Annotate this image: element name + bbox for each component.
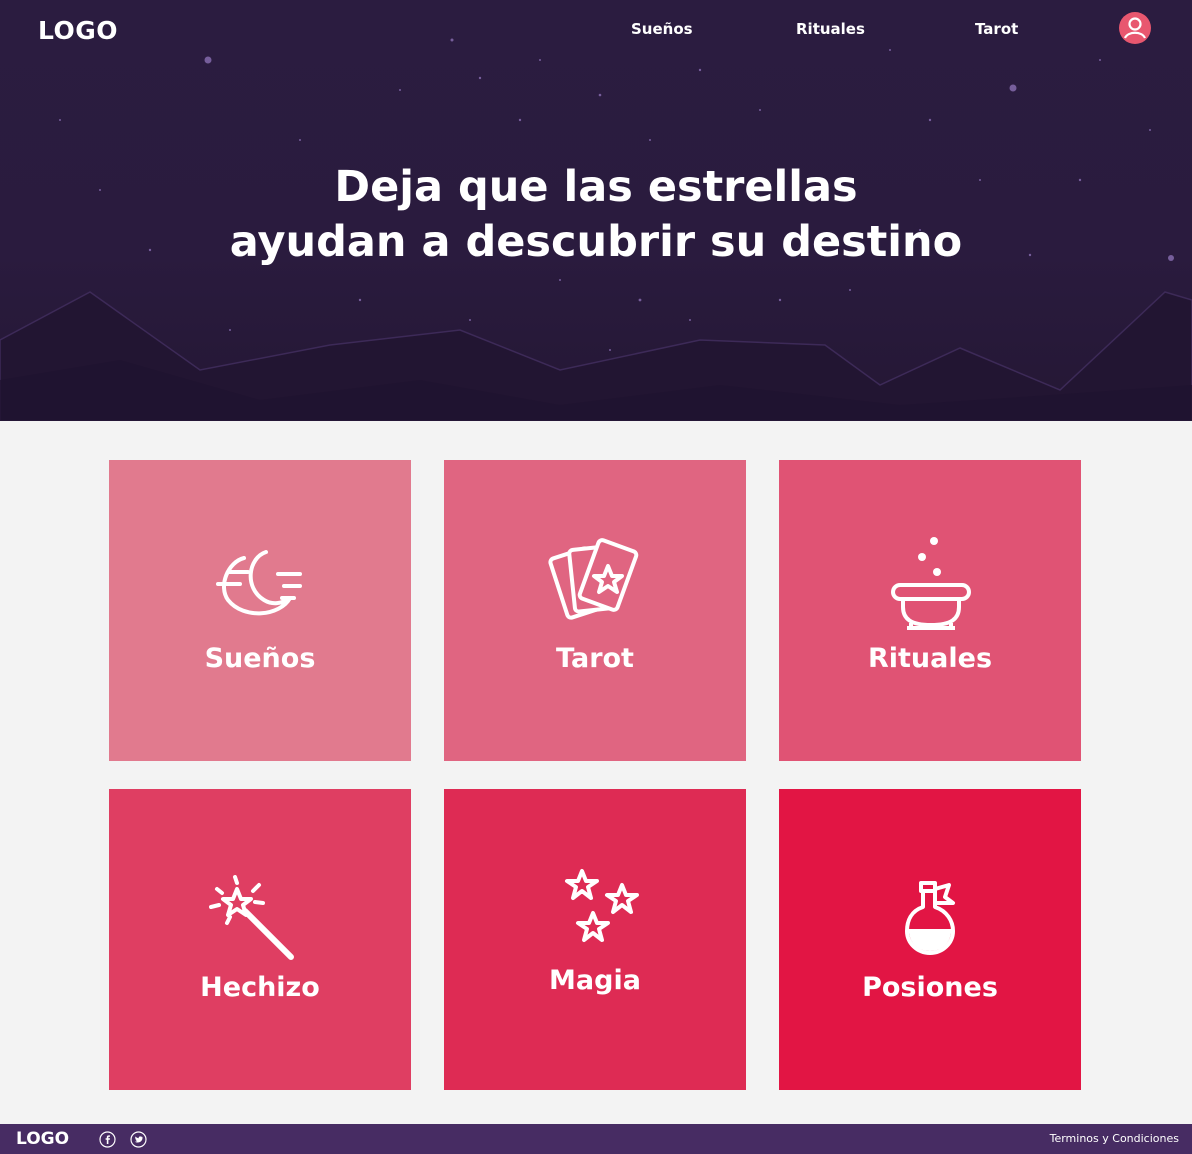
cauldron-icon: [891, 537, 971, 630]
card-hechizo[interactable]: Hechizo: [109, 789, 411, 1090]
card-label: Posiones: [862, 972, 998, 1003]
twitter-icon[interactable]: [130, 1131, 147, 1148]
card-label: Rituales: [867, 643, 993, 674]
tarot-cards-icon: [548, 538, 639, 620]
card-label: Tarot: [556, 643, 634, 674]
card-rituales[interactable]: Rituales: [779, 460, 1081, 761]
card-tarot[interactable]: Tarot: [444, 460, 746, 761]
terms-link[interactable]: Terminos y Condiciones: [1050, 1132, 1179, 1145]
card-label: Magia: [549, 965, 641, 996]
hero-banner: LOGO Sueños Rituales Tarot Deja que las …: [0, 0, 1192, 421]
footer-logo[interactable]: LOGO: [16, 1129, 69, 1149]
hero-headline: Deja que las estrellas ayudan a descubri…: [0, 160, 1192, 270]
card-suenos[interactable]: Sueños: [109, 460, 411, 761]
card-posiones[interactable]: Posiones: [779, 789, 1081, 1090]
nav-link-rituales[interactable]: Rituales: [796, 20, 865, 38]
nav-link-suenos[interactable]: Sueños: [631, 20, 693, 38]
hero-headline-line1: Deja que las estrellas: [334, 162, 858, 212]
magic-wand-icon: [209, 875, 294, 960]
card-label: Sueños: [204, 643, 316, 674]
card-magia[interactable]: Magia: [444, 789, 746, 1090]
nav-link-tarot[interactable]: Tarot: [975, 20, 1018, 38]
user-icon[interactable]: [1119, 12, 1151, 44]
facebook-icon[interactable]: [99, 1131, 116, 1148]
hero-headline-line2: ayudan a descubrir su destino: [229, 217, 963, 267]
card-label: Hechizo: [200, 972, 320, 1003]
logo[interactable]: LOGO: [38, 16, 118, 45]
stars-icon: [565, 869, 639, 942]
footer: LOGO Terminos y Condiciones: [0, 1124, 1192, 1154]
moon-icon: [216, 550, 302, 616]
potion-icon: [905, 881, 955, 955]
